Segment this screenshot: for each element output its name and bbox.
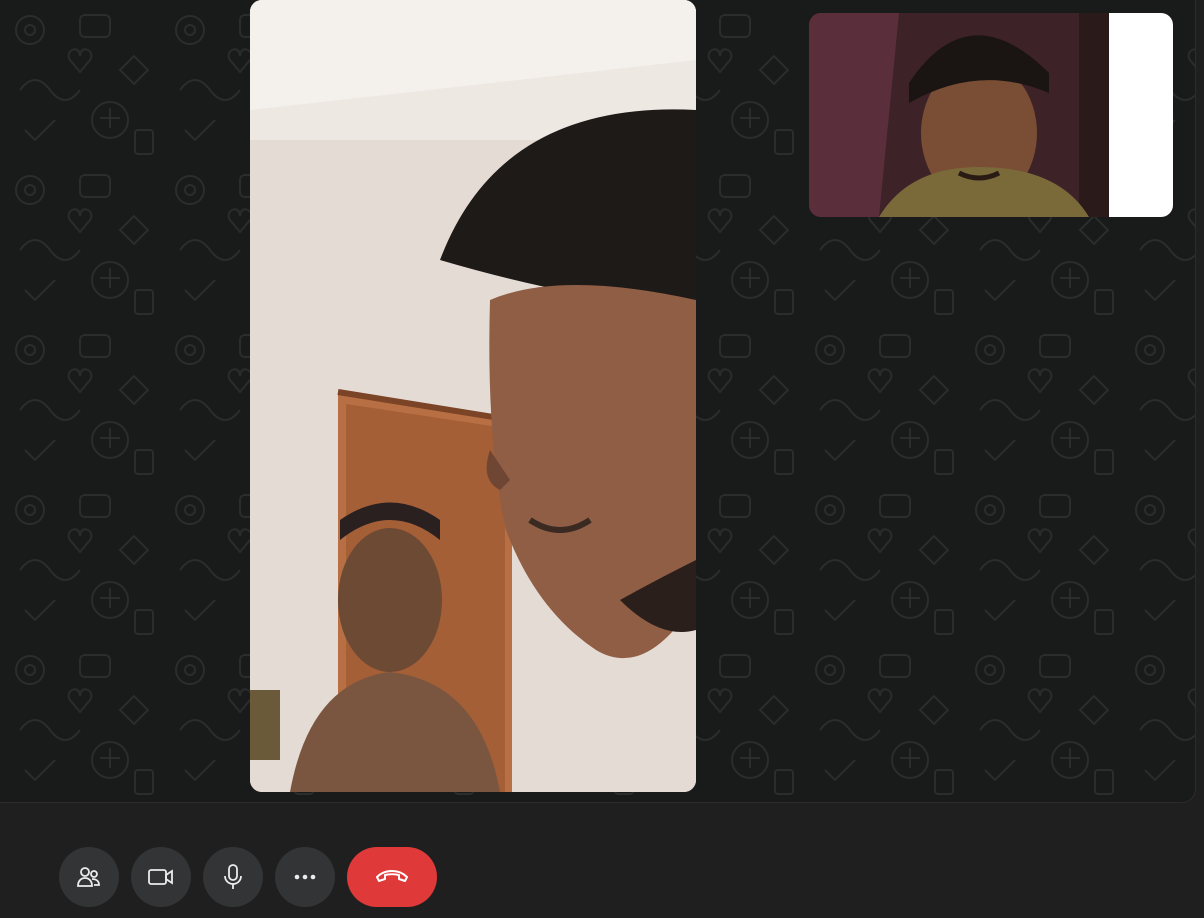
remote-video[interactable] bbox=[250, 0, 696, 792]
remote-video-frame bbox=[250, 0, 696, 792]
more-options-button[interactable] bbox=[275, 847, 335, 907]
more-options-icon bbox=[293, 873, 317, 881]
end-call-button[interactable] bbox=[347, 847, 437, 907]
hang-up-icon bbox=[374, 866, 410, 889]
self-view-video[interactable] bbox=[809, 13, 1173, 217]
participants-icon bbox=[76, 864, 102, 890]
camera-button[interactable] bbox=[131, 847, 191, 907]
call-controls-bar bbox=[0, 803, 1204, 918]
self-view-frame bbox=[809, 13, 1173, 217]
microphone-icon bbox=[222, 863, 244, 891]
participants-button[interactable] bbox=[59, 847, 119, 907]
video-camera-icon bbox=[147, 866, 175, 888]
microphone-button[interactable] bbox=[203, 847, 263, 907]
call-stage bbox=[0, 0, 1196, 803]
